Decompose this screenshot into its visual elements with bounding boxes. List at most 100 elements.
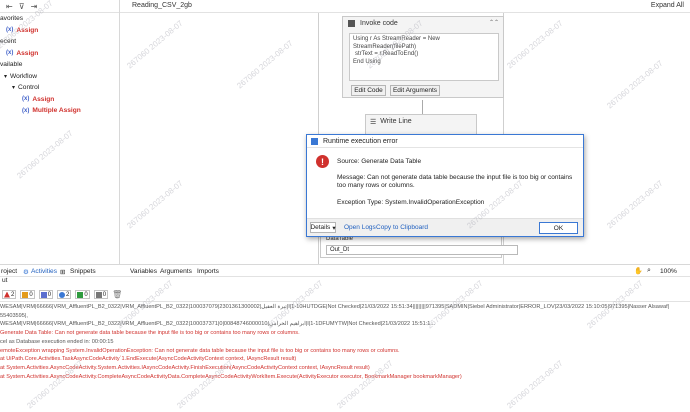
filter-verbose[interactable]: 0: [75, 290, 90, 299]
debug-icon: [95, 291, 102, 298]
output-panel-header: ut: [0, 277, 690, 287]
breadcrumb[interactable]: Reading_CSV_2gb: [132, 2, 192, 9]
trace-icon: [59, 291, 66, 298]
error-source: Source: Generate Data Table: [337, 158, 422, 165]
chevron-down-icon: ▾: [332, 224, 336, 232]
code-line: Using r As StreamReader = New StreamRead…: [353, 36, 440, 50]
open-logs-link[interactable]: Open Logs: [344, 224, 376, 231]
filter-warnings[interactable]: 0: [20, 290, 35, 299]
dialog-title: Runtime execution error: [323, 137, 398, 145]
assign-icon: (x): [6, 50, 14, 57]
ok-button[interactable]: OK: [539, 222, 578, 234]
tab-project[interactable]: roject: [1, 268, 17, 275]
chevron-down-icon: ▾: [12, 85, 16, 92]
filter-debug[interactable]: 0: [93, 290, 109, 299]
warning-icon: [22, 291, 29, 298]
details-dropdown[interactable]: Details ▾: [310, 222, 336, 233]
output-log[interactable]: WESAM|VRM|66666|VRM_AffluentPL_B2_0322|V…: [0, 303, 690, 412]
chevron-down-icon: ▾: [4, 73, 8, 80]
collapse-icon[interactable]: ⇤: [6, 2, 13, 11]
output-title: ut: [2, 277, 8, 284]
tree-item-label: Assign: [16, 49, 39, 57]
tab-variables[interactable]: Variables: [130, 268, 157, 275]
info-icon: [40, 291, 47, 298]
code-preview[interactable]: Using r As StreamReader = New StreamRead…: [349, 33, 499, 81]
tree-item-label: Multiple Assign: [32, 107, 81, 115]
tree-item-label: Assign: [32, 95, 55, 103]
activity-header: ☰ Write Line: [366, 115, 476, 128]
copy-to-clipboard-link[interactable]: Copy to Clipboard: [376, 224, 428, 231]
filter-count: 2: [11, 291, 15, 298]
dialog-footer: Details ▾ Open Logs Copy to Clipboard OK: [307, 218, 583, 236]
pan-icon[interactable]: ✋: [634, 267, 643, 275]
error-icon: !: [316, 155, 329, 168]
expand-icon[interactable]: ⇥: [31, 2, 38, 11]
assign-icon: (x): [6, 27, 14, 34]
error-message: Message: Can not generate data table bec…: [337, 174, 573, 189]
tab-snippets[interactable]: Snippets: [70, 268, 96, 275]
details-label: Details: [310, 224, 331, 231]
tree-label: vailable: [0, 61, 23, 69]
code-line: strText = r.ReadToEnd(): [355, 51, 419, 58]
collapse-icon[interactable]: ⌃⌃: [489, 19, 499, 26]
tab-activities[interactable]: Activities: [31, 268, 57, 275]
clear-output-icon[interactable]: 🗑: [112, 290, 122, 299]
log-line: 55403595|,: [0, 312, 28, 319]
tree-label: Control: [18, 84, 40, 92]
invoke-code-activity[interactable]: Invoke code ⌃⌃ Using r As StreamReader =…: [342, 16, 504, 98]
log-line: emoteException wrapping System.InvalidOp…: [0, 347, 400, 354]
tab-arguments[interactable]: Arguments: [160, 268, 192, 275]
log-line: at System.Activities.AsyncCodeActivity.S…: [0, 364, 370, 371]
filter-count: 0: [84, 291, 88, 298]
activities-toolbar: ⇤ ⊽ ⇥: [0, 0, 119, 13]
datatable-output-field[interactable]: Out_Dt: [326, 245, 518, 255]
filter-errors[interactable]: 2: [2, 290, 17, 299]
expand-all-button[interactable]: Expand All: [651, 2, 684, 9]
activity-title: Write Line: [380, 118, 412, 125]
tree-item-assign-recent[interactable]: (x) Assign: [0, 48, 119, 60]
tree-label: avorites: [0, 15, 24, 23]
filter-count: 0: [102, 291, 107, 298]
tree-section-recent[interactable]: ecent: [0, 36, 119, 48]
tab-imports[interactable]: Imports: [197, 268, 219, 275]
filter-count: 0: [29, 291, 33, 298]
filter-icon[interactable]: ⊽: [19, 2, 25, 11]
tree-group-workflow[interactable]: ▾ Workflow: [0, 71, 119, 83]
log-line: cel as Database execution ended in: 00:0…: [0, 338, 114, 345]
log-line: WESAM|VRM|66666|VRM_AffluentPL_B2_0322|V…: [0, 304, 670, 310]
code-line: End Using: [353, 58, 381, 65]
zoom-icon[interactable]: ⌕: [647, 267, 651, 275]
assign-icon: (x): [22, 96, 30, 103]
activity-header: Invoke code ⌃⌃: [343, 17, 503, 30]
designer-header: Reading_CSV_2gb Expand All: [120, 0, 690, 13]
error-icon: [4, 291, 10, 298]
tree-label: Workflow: [10, 72, 38, 80]
log-line: WESAM|VRM|66666|VRM_AffluentPL_B2_0322|V…: [0, 321, 436, 328]
log-line: at System.Activities.AsyncCodeActivity.C…: [0, 373, 462, 380]
runtime-error-dialog: Runtime execution error ! Source: Genera…: [306, 134, 584, 237]
zoom-level[interactable]: 100%: [660, 268, 677, 275]
connector-line: [422, 100, 423, 114]
tree-section-favorites[interactable]: avorites: [0, 13, 119, 25]
tree-label: ecent: [0, 38, 17, 46]
activities-panel: ⇤ ⊽ ⇥ avorites (x) Assign ecent (x) Assi…: [0, 0, 120, 264]
check-icon: [77, 291, 84, 298]
activity-title: Invoke code: [360, 20, 398, 27]
filter-info[interactable]: 0: [38, 290, 54, 299]
app-icon: [311, 137, 318, 145]
log-line: at UiPath.Core.Activities.TaskAsyncCodeA…: [0, 356, 297, 363]
tree-item-assign[interactable]: (x) Assign: [0, 94, 119, 106]
edit-arguments-button[interactable]: Edit Arguments: [390, 85, 440, 96]
edit-code-button[interactable]: Edit Code: [351, 85, 386, 96]
tree-item-multiple-assign[interactable]: (x) Multiple Assign: [0, 105, 119, 117]
filter-count: 2: [66, 291, 70, 298]
tree-section-available[interactable]: vailable: [0, 59, 119, 71]
write-line-icon: ☰: [370, 118, 377, 126]
output-filter-bar: 2 0 0 2 0 0 🗑: [0, 288, 690, 302]
tree-item-assign-fav[interactable]: (x) Assign: [0, 25, 119, 37]
tree-group-control[interactable]: ▾ Control: [0, 82, 119, 94]
error-exception-type: Exception Type: System.InvalidOperationE…: [337, 199, 485, 206]
multiple-assign-icon: (x): [22, 107, 30, 114]
activities-tab-icon: ⚙: [23, 269, 29, 276]
filter-trace[interactable]: 2: [57, 290, 72, 299]
